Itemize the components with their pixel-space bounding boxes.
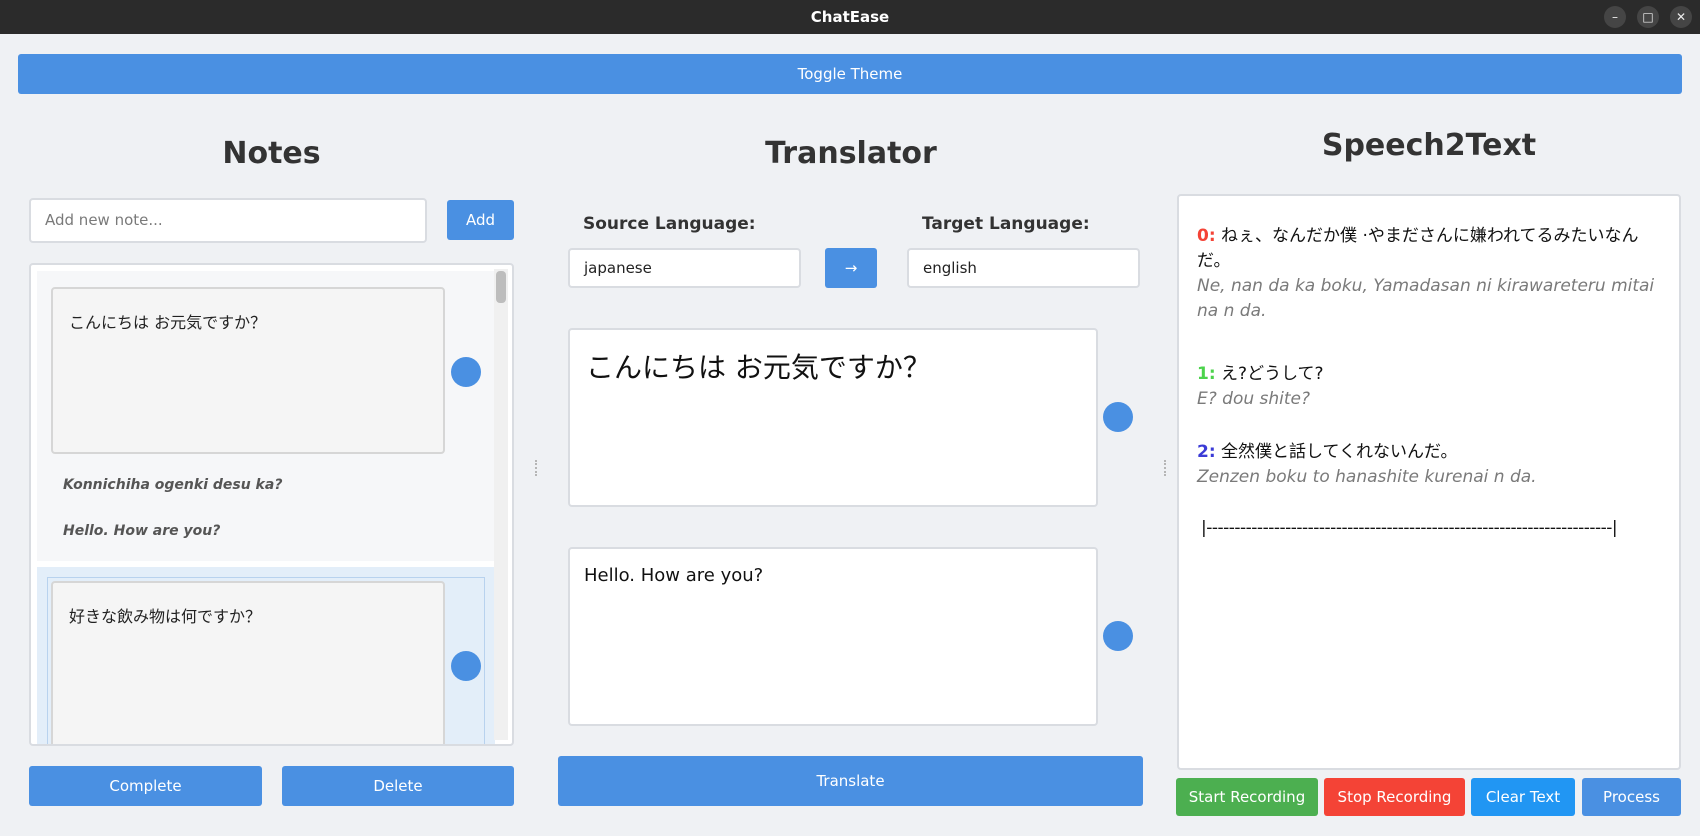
note-action-dot[interactable] — [451, 357, 481, 387]
splitter-handle[interactable] — [535, 460, 537, 476]
window-title: ChatEase — [810, 8, 890, 26]
note-text-box[interactable]: 好きな飲み物は何ですか？ — [51, 581, 445, 744]
speech2text-heading: Speech2Text — [1321, 128, 1537, 163]
source-action-dot[interactable] — [1103, 402, 1133, 432]
target-action-dot[interactable] — [1103, 621, 1133, 651]
list-item[interactable]: こんにちは お元気ですか？ Konnichiha ogenki desu ka?… — [37, 271, 495, 561]
scroll-thumb[interactable] — [496, 271, 506, 303]
transcript-romaji: Ne, nan da ka boku, Yamadasan ni kirawar… — [1197, 276, 1655, 321]
stop-recording-button[interactable]: Stop Recording — [1324, 778, 1465, 816]
speech2text-output[interactable]: 0: ねぇ、なんだか僕 ·やまださんに嫌われてるみたいなんだ。 Ne, nan … — [1177, 194, 1681, 770]
translator-heading: Translator — [765, 136, 937, 171]
source-language-input[interactable]: japanese — [568, 248, 801, 288]
transcript-romaji: E? dou shite? — [1197, 389, 1311, 409]
transcript-text: ねぇ、なんだか僕 ·やまださんに嫌われてるみたいなんだ。 — [1197, 226, 1639, 271]
new-note-input[interactable]: Add new note... — [29, 198, 427, 243]
splitter-handle[interactable] — [1164, 460, 1166, 476]
speaker-index: 0: — [1197, 226, 1216, 246]
notes-heading: Notes — [222, 136, 321, 171]
transcript-text: 全然僕と話してくれないんだ。 — [1221, 442, 1458, 462]
translate-button[interactable]: Translate — [558, 756, 1143, 806]
maximize-icon[interactable]: □ — [1637, 6, 1659, 28]
transcript-line: 1: え?どうして? — [1197, 362, 1667, 387]
transcript-romaji: Zenzen boku to hanashite kurenai n da. — [1197, 467, 1537, 487]
target-language-input[interactable]: english — [907, 248, 1140, 288]
clear-text-button[interactable]: Clear Text — [1471, 778, 1575, 816]
source-language-label: Source Language: — [583, 214, 756, 234]
note-translation: Hello. How are you? — [63, 523, 221, 539]
delete-button[interactable]: Delete — [282, 766, 514, 806]
complete-button[interactable]: Complete — [29, 766, 262, 806]
note-romaji: Konnichiha ogenki desu ka? — [63, 477, 283, 493]
transcript-text: え?どうして? — [1221, 364, 1324, 384]
title-bar: ChatEase – □ ✕ — [0, 0, 1700, 34]
toggle-theme-button[interactable]: Toggle Theme — [18, 54, 1682, 94]
list-item[interactable]: 好きな飲み物は何ですか？ — [37, 567, 495, 744]
note-action-dot[interactable] — [451, 651, 481, 681]
notes-list[interactable]: こんにちは お元気ですか？ Konnichiha ogenki desu ka?… — [29, 263, 514, 746]
swap-languages-button[interactable]: → — [825, 248, 877, 288]
notes-scrollbar[interactable] — [494, 269, 508, 740]
start-recording-button[interactable]: Start Recording — [1176, 778, 1318, 816]
minimize-icon[interactable]: – — [1604, 6, 1626, 28]
source-text-area[interactable]: こんにちは お元気ですか？ — [568, 328, 1098, 507]
target-text-area[interactable]: Hello. How are you? — [568, 547, 1098, 726]
transcript-line: 2: 全然僕と話してくれないんだ。 — [1197, 440, 1667, 465]
process-button[interactable]: Process — [1582, 778, 1681, 816]
target-language-label: Target Language: — [922, 214, 1090, 234]
speaker-index: 1: — [1197, 364, 1216, 384]
add-note-button[interactable]: Add — [447, 200, 514, 240]
close-icon[interactable]: ✕ — [1670, 6, 1692, 28]
transcript-line: 0: ねぇ、なんだか僕 ·やまださんに嫌われてるみたいなんだ。 — [1197, 224, 1667, 274]
transcript-separator: |---------------------------------------… — [1201, 518, 1618, 538]
speaker-index: 2: — [1197, 442, 1216, 462]
note-text-box[interactable]: こんにちは お元気ですか？ — [51, 287, 445, 454]
